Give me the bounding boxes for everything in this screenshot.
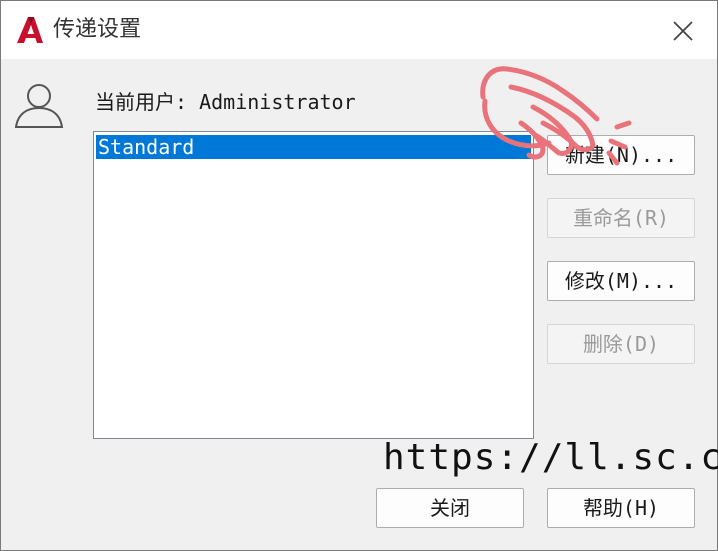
close-window-button[interactable] [661, 11, 705, 51]
modify-button[interactable]: 修改(M)... [547, 261, 695, 301]
watermark-text: https://ll.sc.cn [383, 437, 718, 478]
close-button[interactable]: 关闭 [376, 488, 524, 528]
transmittal-setups-dialog: 传递设置 当前用户: Administrator Standard 新建(N).… [0, 0, 718, 551]
help-button[interactable]: 帮助(H) [547, 488, 695, 528]
delete-button[interactable]: 删除(D) [547, 324, 695, 364]
close-icon [673, 21, 693, 41]
list-item[interactable]: Standard [96, 135, 531, 159]
user-icon [14, 84, 64, 128]
window-title: 传递设置 [53, 17, 142, 42]
current-user-label: 当前用户: Administrator [95, 90, 356, 114]
transmittal-setups-list[interactable]: Standard [93, 131, 534, 439]
rename-button[interactable]: 重命名(R) [547, 198, 695, 238]
autocad-logo-icon [17, 17, 43, 43]
new-button[interactable]: 新建(N)... [547, 135, 695, 175]
title-bar: 传递设置 [1, 1, 717, 59]
